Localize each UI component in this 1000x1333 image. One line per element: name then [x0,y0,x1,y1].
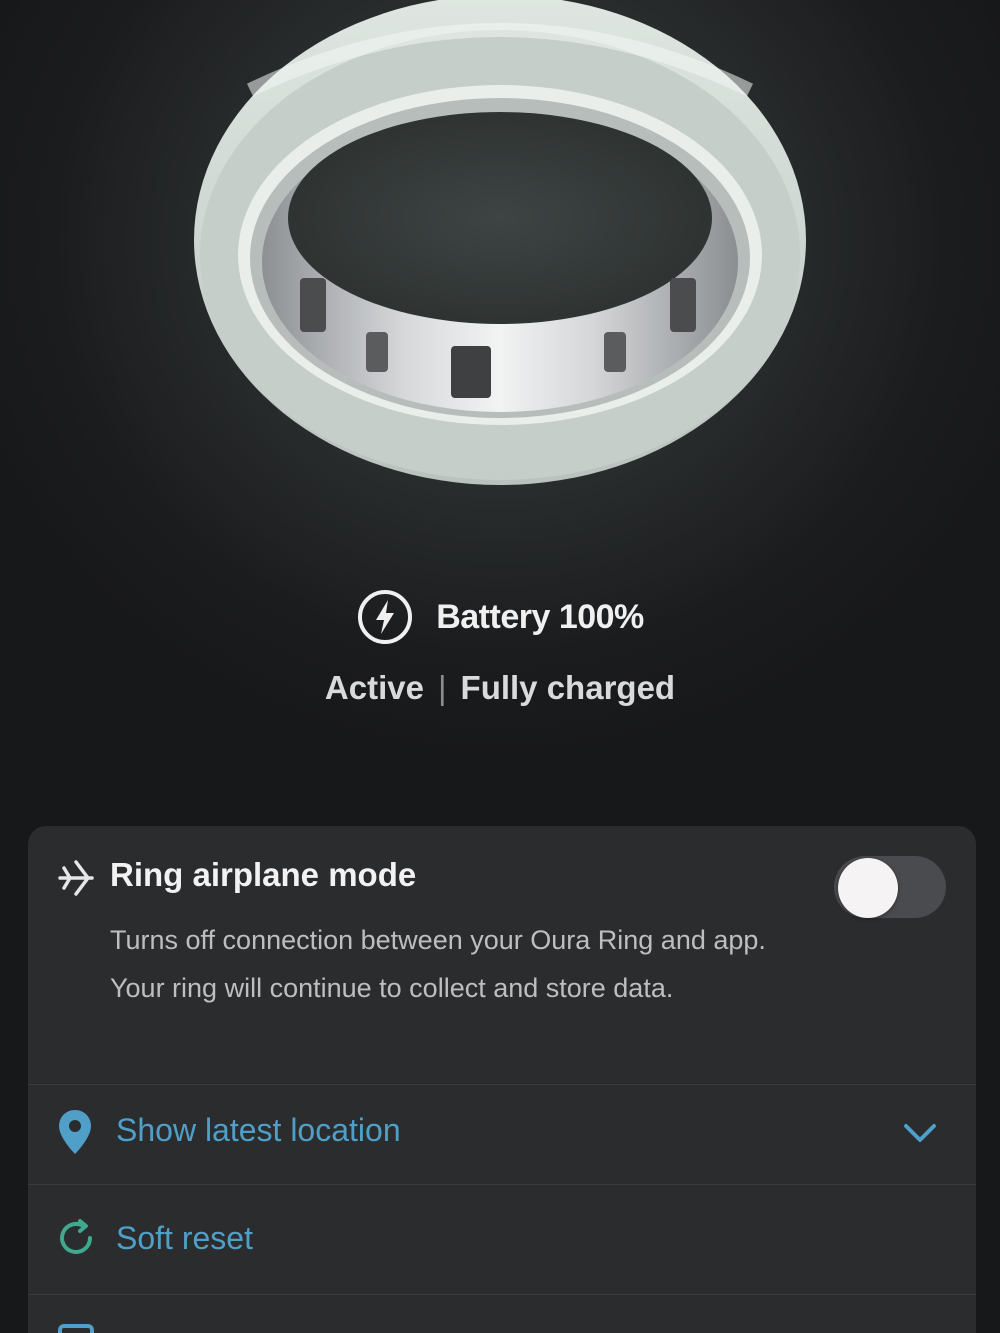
settings-item-icon [58,1324,94,1333]
toggle-knob [838,858,898,918]
soft-reset-row[interactable]: Soft reset [28,1184,976,1295]
status-separator: | [437,669,447,706]
airplane-mode-toggle[interactable] [834,856,946,918]
charge-status: Fully charged [460,669,676,706]
soft-reset-label: Soft reset [116,1220,253,1256]
battery-status-line: Active | Fully charged [0,669,1000,707]
airplane-mode-row: Ring airplane mode Turns off connection … [28,826,976,1085]
ring-state: Active [324,669,424,706]
show-latest-location-row[interactable]: Show latest location [28,1084,976,1185]
ring-image [0,0,1000,560]
ring-illustration [194,0,806,485]
battery-status-section: Battery 100% Active | Fully charged [0,588,1000,707]
battery-percentage: Battery 100% [436,597,644,636]
battery-row: Battery 100% [356,588,644,646]
airplane-mode-title: Ring airplane mode [110,856,417,893]
airplane-mode-icon [54,856,98,900]
chevron-down-icon [898,1114,942,1150]
lightning-bolt-icon [356,588,414,646]
settings-card: Ring airplane mode Turns off connection … [28,826,976,1333]
airplane-mode-description: Turns off connection between your Oura R… [110,925,766,1003]
soft-reset-icon [54,1216,98,1260]
location-pin-icon [56,1108,94,1156]
ring-settings-screen: Battery 100% Active | Fully charged Ring a… [0,0,1000,1333]
show-latest-location-label: Show latest location [116,1112,401,1148]
next-setting-row[interactable] [28,1294,976,1333]
